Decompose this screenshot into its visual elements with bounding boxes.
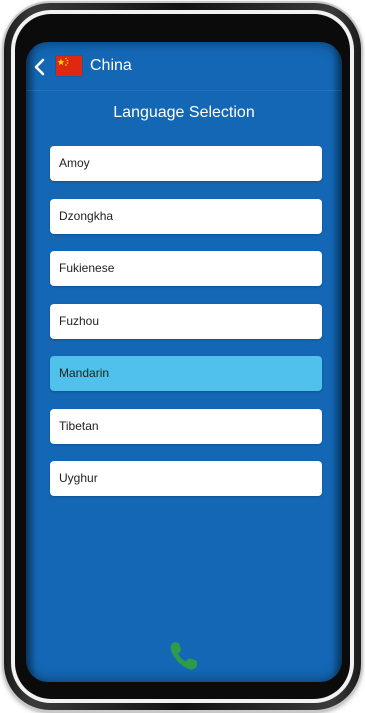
language-list: Amoy Dzongkha Fukienese Fuzhou Mandarin … bbox=[50, 146, 322, 514]
language-label: Uyghur bbox=[59, 471, 98, 485]
phone-icon[interactable] bbox=[166, 638, 202, 674]
app-screen: China Language Selection Amoy Dzongkha F… bbox=[26, 42, 342, 682]
page-title: Language Selection bbox=[113, 104, 255, 121]
language-label: Dzongkha bbox=[59, 208, 114, 223]
language-option-tibetan[interactable]: Tibetan bbox=[50, 408, 322, 444]
language-option-fukienese[interactable]: Fukienese bbox=[50, 251, 322, 286]
language-label: Mandarin bbox=[59, 366, 110, 380]
screen-edge-shading bbox=[332, 42, 342, 682]
country-name: China bbox=[90, 57, 132, 74]
language-label: Tibetan bbox=[59, 418, 99, 433]
language-label: Amoy bbox=[59, 156, 90, 170]
language-label: Fukienese bbox=[59, 261, 115, 275]
language-option-amoy[interactable]: Amoy bbox=[50, 146, 322, 181]
language-option-dzongkha[interactable]: Dzongkha bbox=[50, 198, 322, 234]
chevron-left-icon[interactable] bbox=[32, 58, 46, 76]
header-bar: China bbox=[26, 42, 342, 91]
language-option-mandarin[interactable]: Mandarin bbox=[50, 356, 322, 391]
china-flag-icon bbox=[56, 56, 82, 76]
language-option-uyghur[interactable]: Uyghur bbox=[50, 461, 322, 496]
language-option-fuzhou[interactable]: Fuzhou bbox=[50, 303, 322, 339]
language-label: Fuzhou bbox=[59, 313, 100, 328]
screen-edge-shading bbox=[26, 42, 36, 682]
